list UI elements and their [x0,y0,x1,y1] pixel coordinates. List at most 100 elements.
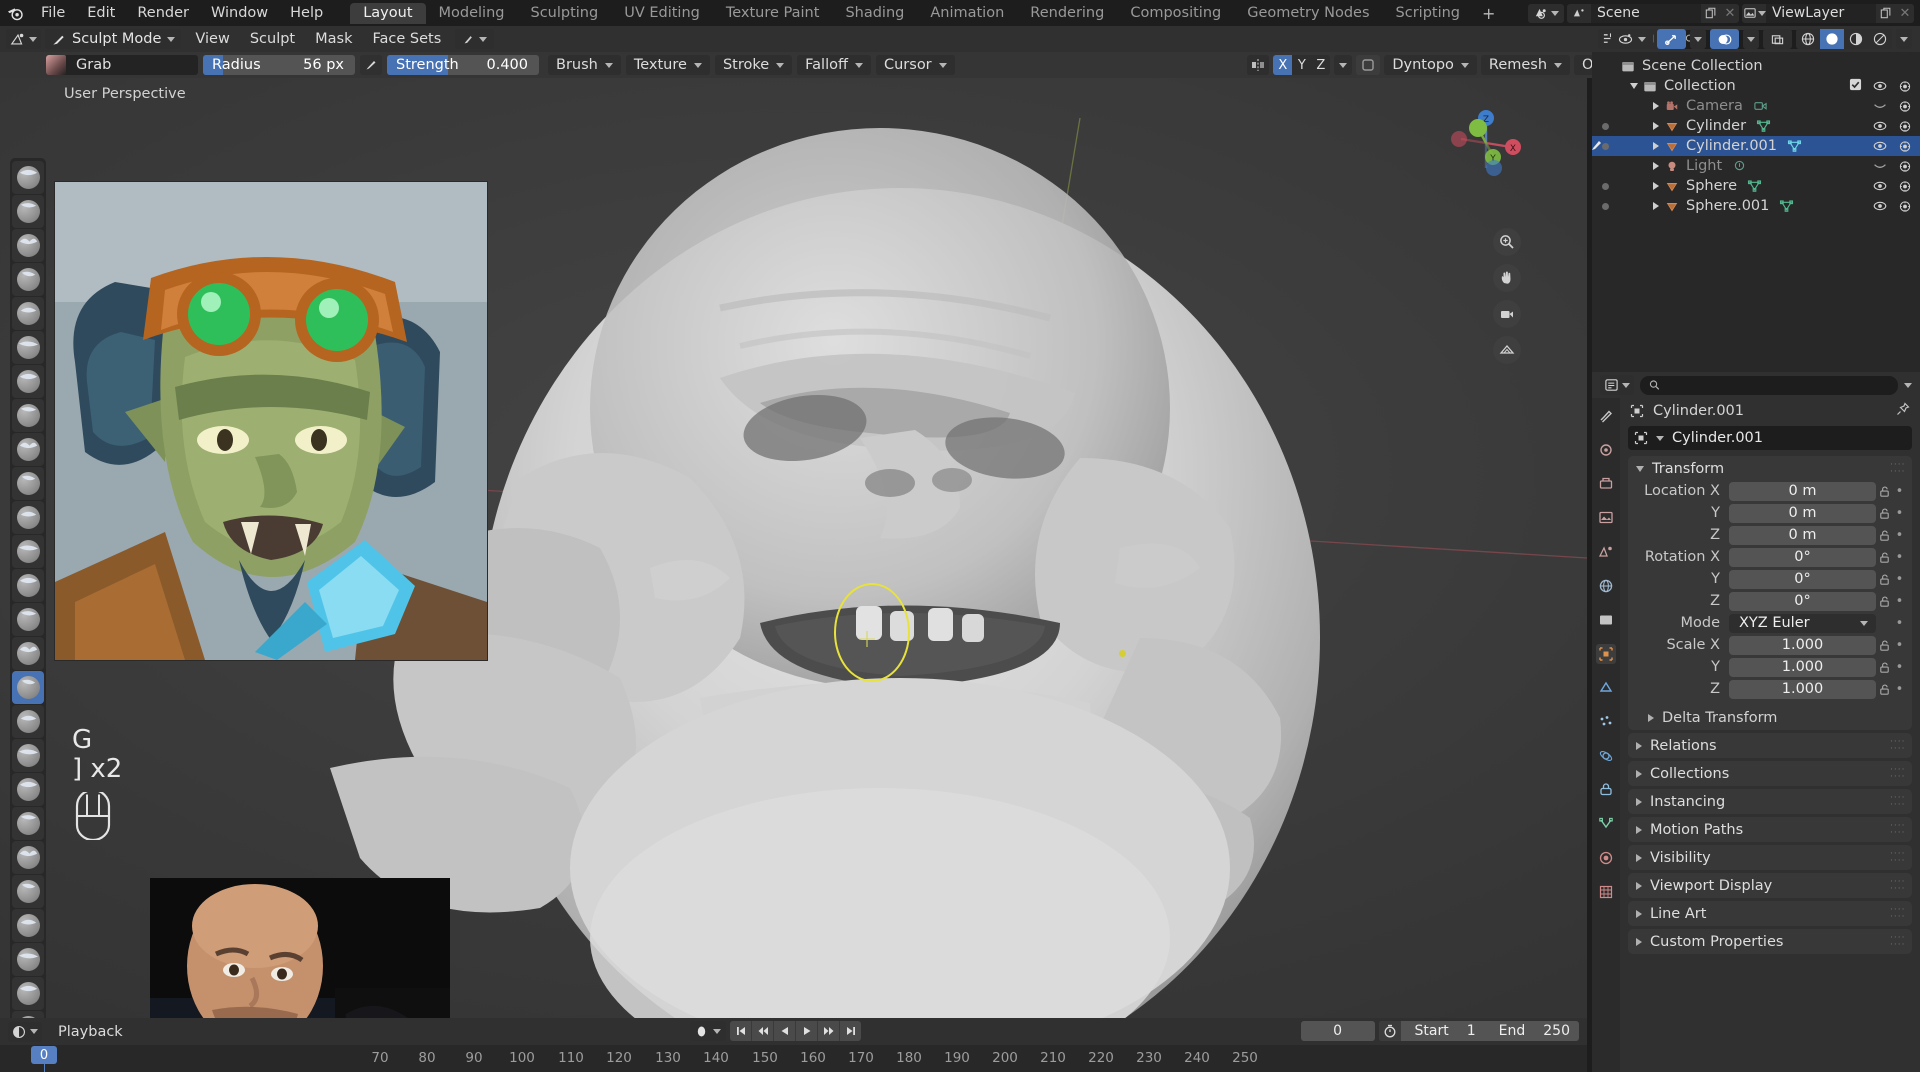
tool-draw-brush[interactable] [12,161,44,194]
expand-toggle[interactable] [1650,202,1661,210]
symmetry-axis-z[interactable]: Z [1311,55,1331,75]
timeline-frame-scale[interactable]: 70 80 90 100 110 120 130 140 150 160 170 180 190 200 2… [0,1045,1587,1072]
play-icon[interactable] [796,1021,818,1041]
animate-property-dot[interactable]: • [1893,572,1906,587]
animate-property-dot[interactable]: • [1893,682,1906,697]
panel-relations[interactable]: Relations ···· ···· [1628,733,1912,758]
tool-flatten[interactable] [12,501,44,534]
symmetry-icon[interactable] [1247,55,1270,75]
lock-icon[interactable] [1876,683,1893,696]
brush-texture-dropdown[interactable]: Texture [625,55,710,75]
menu-help[interactable]: Help [279,0,334,26]
properties-tab-object[interactable] [1596,644,1616,664]
tool-clay[interactable] [12,229,44,262]
panel-header[interactable]: Collections ···· ···· [1628,761,1912,786]
mesh-data-icon[interactable] [1756,119,1771,133]
disable-in-renders-icon[interactable] [1897,79,1912,94]
remesh-dropdown[interactable]: Remesh [1480,55,1571,75]
outliner-row-camera[interactable]: Camera [1592,96,1920,116]
expand-toggle[interactable] [1628,83,1639,89]
properties-tab-view-layer[interactable] [1596,508,1616,528]
navigation-gizmo[interactable]: Z X Y [1443,100,1529,186]
animate-property-dot[interactable]: • [1893,594,1906,609]
workspace-tab-uv-editing[interactable]: UV Editing [611,3,713,24]
properties-tab-world[interactable] [1596,576,1616,596]
light-data-icon[interactable] [1732,159,1747,173]
animate-property-dot[interactable]: • [1893,506,1906,521]
panel-collections[interactable]: Collections ···· ···· [1628,761,1912,786]
grid-icon[interactable] [1493,336,1521,364]
field-value[interactable]: 0° [1729,591,1876,611]
dyntopo-toggle-checkbox[interactable] [1356,55,1381,75]
collection-checkbox[interactable] [1849,78,1862,95]
current-frame-field[interactable]: 0 [1300,1021,1375,1041]
tool-thumb[interactable] [12,773,44,806]
add-workspace-button[interactable]: + [1473,4,1504,23]
mode-selector[interactable]: Sculpt Mode [45,29,182,49]
pan-hand-icon[interactable] [1493,264,1521,292]
transform-panel-header[interactable]: Transform ···· ···· [1628,456,1912,481]
tool-nudge[interactable] [12,841,44,874]
panel-viewport-display[interactable]: Viewport Display ···· ···· [1628,873,1912,898]
hide-in-viewport-icon[interactable] [1872,159,1887,174]
hide-in-viewport-icon[interactable] [1872,139,1887,154]
animate-property-dot[interactable]: • [1893,660,1906,675]
outliner-row-scene-collection[interactable]: Scene Collection [1592,56,1920,76]
panel-header[interactable]: Line Art ···· ···· [1628,901,1912,926]
pin-icon[interactable] [1896,402,1910,420]
tool-crease[interactable] [12,433,44,466]
properties-editor-type-selector[interactable] [1600,375,1634,395]
workspace-tab-shading[interactable]: Shading [832,3,917,24]
properties-tab-output[interactable] [1596,474,1616,494]
jump-end-icon[interactable] [840,1021,861,1041]
workspace-tab-rendering[interactable]: Rendering [1017,3,1117,24]
lock-icon[interactable] [1876,573,1893,586]
expand-toggle[interactable] [1650,182,1661,190]
workspace-tab-modeling[interactable]: Modeling [426,3,518,24]
properties-tab-tool[interactable] [1596,406,1616,426]
gizmo-dropdown[interactable] [1690,29,1706,49]
tool-blob[interactable] [12,399,44,432]
tool-snake-hook[interactable] [12,739,44,772]
properties-tab-particles[interactable] [1596,712,1616,732]
properties-tab-texture[interactable] [1596,882,1616,902]
radius-slider[interactable]: Radius 56 px [203,55,355,75]
mesh-data-icon[interactable] [1787,139,1802,153]
symmetry-options-chevron[interactable] [1334,55,1353,75]
disable-in-renders-icon[interactable] [1897,99,1912,114]
panel-header[interactable]: Viewport Display ···· ···· [1628,873,1912,898]
keyframe-type-selector[interactable] [690,1021,726,1041]
outliner-row-cylinder[interactable]: Cylinder [1592,116,1920,136]
tool-layer[interactable] [12,331,44,364]
delta-transform-subpanel[interactable]: Delta Transform [1628,706,1912,730]
workspace-tab-sculpting[interactable]: Sculpting [517,3,611,24]
panel-header[interactable]: Motion Paths ···· ···· [1628,817,1912,842]
editor-type-selector[interactable] [6,29,41,49]
lock-icon[interactable] [1876,507,1893,520]
panel-header[interactable]: Instancing ···· ···· [1628,789,1912,814]
outliner-row-sphere[interactable]: Sphere [1592,176,1920,196]
properties-tab-data[interactable] [1596,814,1616,834]
tool-multiplane-scrape[interactable] [12,603,44,636]
start-frame-field[interactable]: Start 1 [1406,1023,1485,1039]
end-frame-field[interactable]: End 250 [1490,1023,1579,1039]
new-viewlayer-button[interactable] [1876,3,1896,23]
panel-custom-properties[interactable]: Custom Properties ···· ···· [1628,929,1912,954]
panel-instancing[interactable]: Instancing ···· ···· [1628,789,1912,814]
blender-logo-icon[interactable] [0,0,30,26]
outliner-row-cylinder-001[interactable]: Cylinder.001 [1592,136,1920,156]
field-value[interactable]: 0° [1729,547,1876,567]
menu-edit[interactable]: Edit [76,0,126,26]
hide-in-viewport-icon[interactable] [1872,179,1887,194]
next-keyframe-icon[interactable] [818,1021,840,1041]
radius-pressure-icon[interactable] [360,55,382,75]
outliner-row-light[interactable]: Light [1592,156,1920,176]
camera-icon[interactable] [1493,300,1521,328]
tool-elastic-deform[interactable] [12,705,44,738]
tool-draw-sharp[interactable] [12,195,44,228]
brush-cursor-dropdown[interactable]: Cursor [875,55,955,75]
animate-property-dot[interactable]: • [1893,484,1906,499]
remove-scene-button[interactable]: ✕ [1721,3,1739,23]
workspace-tab-compositing[interactable]: Compositing [1117,3,1234,24]
tool-cloth[interactable] [12,977,44,1010]
